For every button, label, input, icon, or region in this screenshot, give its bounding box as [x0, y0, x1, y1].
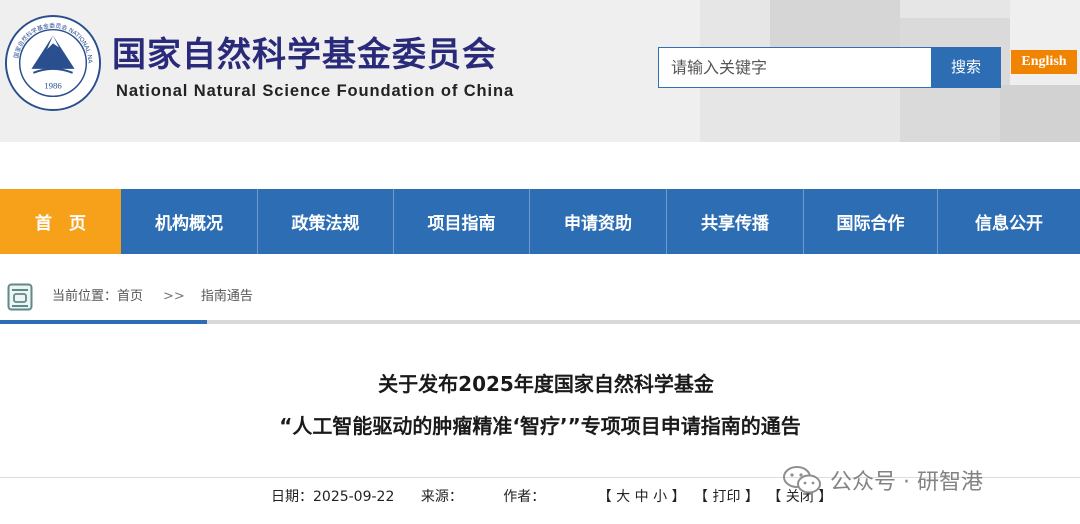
- source-label: 来源：: [420, 489, 463, 505]
- publish-date: 2025-09-22: [313, 489, 395, 505]
- breadcrumb-separator: >>: [163, 289, 185, 304]
- nsfc-logo[interactable]: 1986 国家自然科学基金委员会 NATIONAL NATURAL SCIENC…: [4, 14, 102, 112]
- date-label: 日期：: [271, 489, 313, 505]
- location-icon: [7, 283, 33, 311]
- wechat-watermark: 公众号 · 研智港: [782, 464, 983, 496]
- site-title-english: National Natural Science Foundation of C…: [116, 82, 515, 100]
- author-label: 作者：: [503, 489, 546, 505]
- nav-item-sharing[interactable]: 共享传播: [667, 189, 804, 254]
- site-header: 1986 国家自然科学基金委员会 NATIONAL NATURAL SCIENC…: [0, 0, 1080, 142]
- nav-item-international[interactable]: 国际合作: [804, 189, 938, 254]
- main-nav: 首 页 机构概况 政策法规 项目指南 申请资助 共享传播 国际合作 信息公开: [0, 189, 1080, 254]
- watermark-text: 公众号 · 研智港: [830, 470, 983, 495]
- nav-item-project-guides[interactable]: 项目指南: [394, 189, 530, 254]
- nav-item-about[interactable]: 机构概况: [121, 189, 258, 254]
- article-title-line-2: “人工智能驱动的肿瘤精准‘智疗’”专项项目申请指南的通告: [279, 414, 801, 438]
- english-version-button[interactable]: English: [1011, 50, 1077, 74]
- header-background-building: [770, 0, 900, 50]
- article-title-line-1: 关于发布2025年度国家自然科学基金: [378, 372, 714, 396]
- breadcrumb-home-link[interactable]: 首页: [117, 288, 143, 306]
- nav-item-home[interactable]: 首 页: [0, 189, 121, 254]
- site-title-chinese: 国家自然科学基金委员会: [112, 35, 497, 75]
- nav-item-funding-application[interactable]: 申请资助: [530, 189, 667, 254]
- search-input[interactable]: [658, 47, 932, 88]
- breadcrumb-prefix: 当前位置：: [52, 289, 118, 304]
- print-button[interactable]: 【 打印 】: [694, 487, 759, 507]
- breadcrumb-current-link[interactable]: 指南通告: [201, 288, 253, 306]
- header-background-building: [1000, 85, 1080, 142]
- wechat-icon: [783, 466, 821, 494]
- svg-text:1986: 1986: [44, 80, 62, 90]
- nav-item-policies[interactable]: 政策法规: [258, 189, 394, 254]
- breadcrumb-divider-accent: [0, 320, 207, 324]
- search-button[interactable]: 搜索: [931, 47, 1001, 88]
- nav-item-information-disclosure[interactable]: 信息公开: [938, 189, 1080, 254]
- article-meta: 日期：2025-09-22 来源： 作者： 【 大 中 小 】 【 打印 】 【…: [271, 487, 832, 507]
- breadcrumb: 当前位置：首页 >> 指南通告: [52, 288, 253, 306]
- font-size-controls[interactable]: 【 大 中 小 】: [598, 487, 686, 507]
